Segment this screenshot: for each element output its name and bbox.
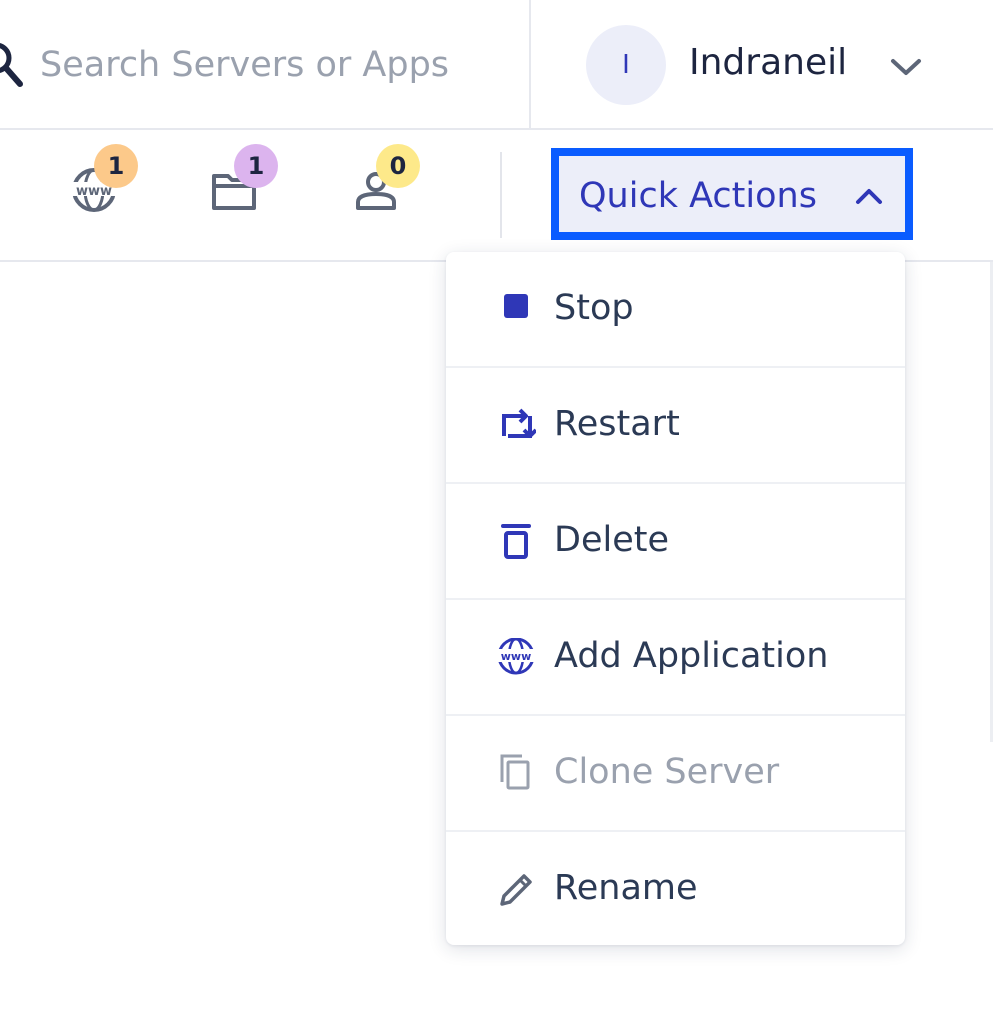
menu-item-label: Stop xyxy=(554,288,634,328)
applications-count: 1 xyxy=(107,152,125,180)
quick-actions-menu: Stop Restart Delete www Add Application xyxy=(446,252,905,945)
user-menu[interactable]: I Indraneil xyxy=(533,0,993,130)
toolbar-divider xyxy=(500,152,502,238)
applications-count-badge: 1 xyxy=(94,144,138,188)
quick-actions-label: Quick Actions xyxy=(579,176,817,216)
restart-icon xyxy=(502,408,536,438)
svg-text:www: www xyxy=(501,650,532,663)
users-count: 0 xyxy=(389,152,407,180)
menu-item-label: Delete xyxy=(554,520,669,560)
menu-item-rename[interactable]: Rename xyxy=(446,832,905,945)
menu-item-label: Clone Server xyxy=(554,752,780,792)
menu-item-label: Add Application xyxy=(554,636,829,676)
menu-item-label: Rename xyxy=(554,868,698,908)
folders-count-badge: 1 xyxy=(234,144,278,188)
users-count-badge: 0 xyxy=(376,144,420,188)
avatar: I xyxy=(586,25,666,105)
menu-item-label: Restart xyxy=(554,404,680,444)
search-icon xyxy=(0,43,23,87)
stop-icon xyxy=(504,294,528,318)
top-bar: I Indraneil xyxy=(0,0,993,130)
users-counter[interactable]: 0 xyxy=(352,144,432,224)
quick-actions-button[interactable]: Quick Actions xyxy=(551,148,913,240)
trash-icon xyxy=(501,524,531,559)
folders-count: 1 xyxy=(247,152,265,180)
user-name: Indraneil xyxy=(689,42,848,83)
search-input[interactable] xyxy=(40,38,510,92)
folders-counter[interactable]: 1 xyxy=(210,144,290,224)
chevron-up-icon xyxy=(856,189,882,204)
menu-item-delete[interactable]: Delete xyxy=(446,484,905,600)
menu-item-restart[interactable]: Restart xyxy=(446,368,905,484)
menu-item-clone-server[interactable]: Clone Server xyxy=(446,716,905,832)
chevron-down-icon xyxy=(891,59,921,75)
search-bar xyxy=(0,0,531,130)
copy-icon xyxy=(500,754,530,790)
menu-item-add-application[interactable]: www Add Application xyxy=(446,600,905,716)
pencil-icon xyxy=(500,874,532,906)
applications-counter[interactable]: www 1 xyxy=(70,144,150,224)
www-globe-icon: www xyxy=(496,638,536,675)
menu-item-stop[interactable]: Stop xyxy=(446,252,905,368)
